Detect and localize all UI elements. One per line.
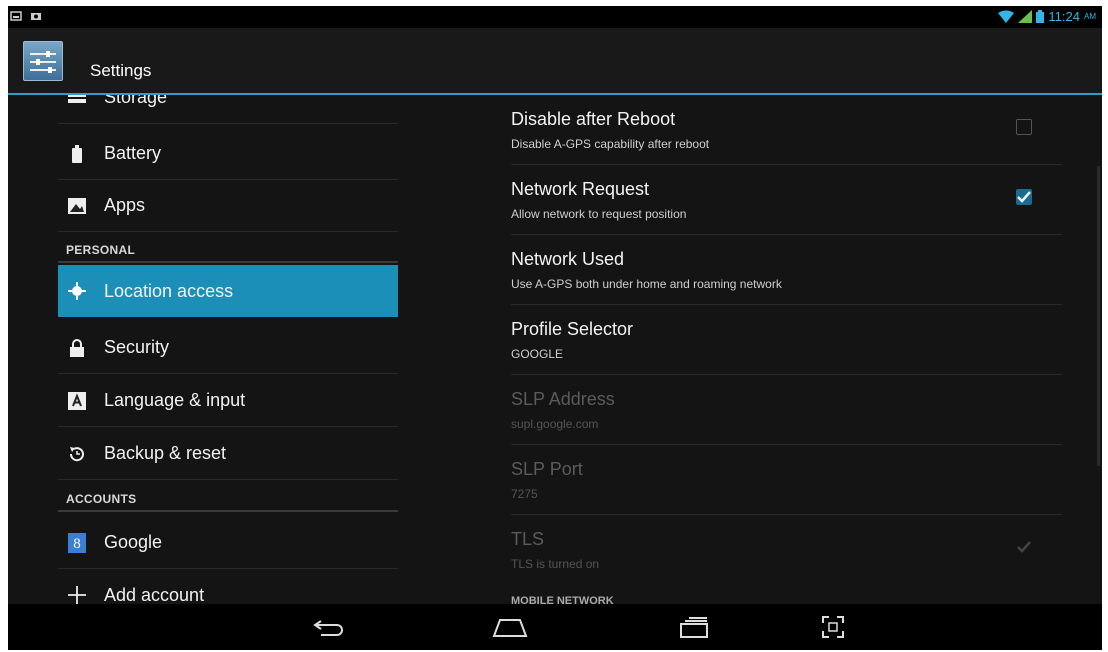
back-button[interactable]: [308, 612, 348, 642]
pref-slp-port: SLP Port 7275: [511, 445, 1062, 515]
battery-status-icon: [1036, 10, 1045, 23]
sidebar-item-label: Storage: [104, 95, 168, 107]
pref-network-request[interactable]: Network Request Allow network to request…: [511, 165, 1062, 235]
sidebar-item-label: Google: [104, 532, 163, 552]
settings-sidebar: Storage Battery Apps PERSONAL Location a…: [8, 95, 404, 604]
sidebar-item-language-input[interactable]: Language & input: [58, 375, 398, 427]
recent-apps-button[interactable]: [674, 612, 714, 642]
home-icon: [492, 619, 528, 637]
sidebar-item-label: Security: [104, 337, 170, 357]
sidebar-item-label: Backup & reset: [104, 443, 227, 463]
google-icon: 8: [68, 532, 86, 553]
page-title: Settings: [90, 61, 152, 80]
svg-text:8: 8: [73, 536, 81, 552]
sidebar-item-security[interactable]: Security: [58, 322, 398, 374]
location-icon: [68, 282, 86, 300]
add-icon: [68, 586, 86, 604]
action-bar: Settings: [8, 28, 1102, 93]
sidebar-item-add-account[interactable]: Add account: [58, 569, 398, 604]
disable-after-reboot-checkbox[interactable]: [1016, 119, 1032, 135]
location-settings-panel: Disable after Reboot Disable A-GPS capab…: [503, 95, 1063, 604]
navigation-bar: [8, 604, 1102, 650]
section-divider: [58, 261, 398, 263]
pref-title: Disable after Reboot: [511, 109, 676, 129]
pref-summary: Use A-GPS both under home and roaming ne…: [511, 277, 782, 291]
pref-summary: GOOGLE: [511, 347, 564, 361]
pref-title: Network Used: [511, 249, 625, 269]
back-icon: [313, 620, 343, 636]
sidebar-item-label: Location access: [104, 280, 234, 301]
battery-icon: [68, 144, 86, 163]
recent-apps-icon: [680, 617, 708, 638]
pref-network-used[interactable]: Network Used Use A-GPS both under home a…: [511, 235, 1062, 305]
screenshot-button[interactable]: [813, 612, 853, 642]
section-header-personal: PERSONAL: [66, 243, 136, 257]
sidebar-item-storage[interactable]: Storage: [58, 95, 398, 124]
clock-ampm: AM: [1084, 12, 1096, 21]
sidebar-item-location-access[interactable]: Location access: [58, 265, 398, 317]
sidebar-item-apps[interactable]: Apps: [58, 180, 398, 232]
pref-title: SLP Port: [511, 459, 583, 479]
pref-summary: Allow network to request position: [511, 207, 687, 221]
sidebar-item-google[interactable]: 8 Google: [58, 517, 398, 569]
sidebar-item-label: Language & input: [104, 390, 246, 410]
scrollbar[interactable]: [1097, 166, 1100, 466]
pref-disable-after-reboot[interactable]: Disable after Reboot Disable A-GPS capab…: [511, 95, 1062, 165]
pref-profile-selector[interactable]: Profile Selector GOOGLE: [511, 305, 1062, 375]
network-request-checkbox[interactable]: [1016, 189, 1032, 205]
pref-title: TLS: [511, 529, 545, 549]
pref-title: Network Request: [511, 179, 650, 199]
pref-tls: TLS TLS is turned on: [511, 515, 1062, 585]
camera-notification-icon: [31, 13, 41, 20]
sidebar-item-label: Apps: [104, 195, 146, 215]
tablet-screen: 11:24 AM Settings Storage Battery Apps P…: [8, 6, 1102, 650]
section-header-mobile-network: MOBILE NETWORK: [511, 595, 614, 604]
lock-icon: [68, 338, 86, 357]
pref-slp-address: SLP Address supl.google.com: [511, 375, 1062, 445]
storage-icon: [68, 95, 86, 107]
pref-summary: 7275: [511, 487, 538, 501]
checkmark-icon: [1017, 541, 1031, 553]
settings-app-icon[interactable]: [23, 41, 63, 81]
signal-icon: [1018, 10, 1033, 23]
sidebar-item-battery[interactable]: Battery: [58, 128, 398, 180]
wifi-icon: [998, 10, 1015, 23]
gallery-notification-icon: [10, 11, 22, 21]
keyboard-icon: [68, 391, 86, 410]
status-bar: 11:24 AM: [8, 6, 1102, 28]
sidebar-item-label: Add account: [104, 584, 205, 605]
pref-summary: supl.google.com: [511, 417, 599, 431]
apps-icon: [68, 197, 86, 215]
checkmark-icon: [1017, 191, 1031, 203]
backup-icon: [68, 445, 86, 463]
tls-checkbox: [1016, 539, 1032, 555]
pref-title: Profile Selector: [511, 319, 634, 339]
pref-title: SLP Address: [511, 389, 615, 409]
section-divider: [58, 510, 398, 512]
pref-summary: Disable A-GPS capability after reboot: [511, 137, 710, 151]
pref-summary: TLS is turned on: [511, 557, 600, 571]
sidebar-item-backup-reset[interactable]: Backup & reset: [58, 428, 398, 480]
home-button[interactable]: [490, 612, 530, 642]
screenshot-icon: [822, 616, 844, 638]
clock: 11:24: [1048, 9, 1080, 24]
section-header-accounts: ACCOUNTS: [66, 492, 137, 506]
sidebar-item-label: Battery: [104, 143, 162, 163]
